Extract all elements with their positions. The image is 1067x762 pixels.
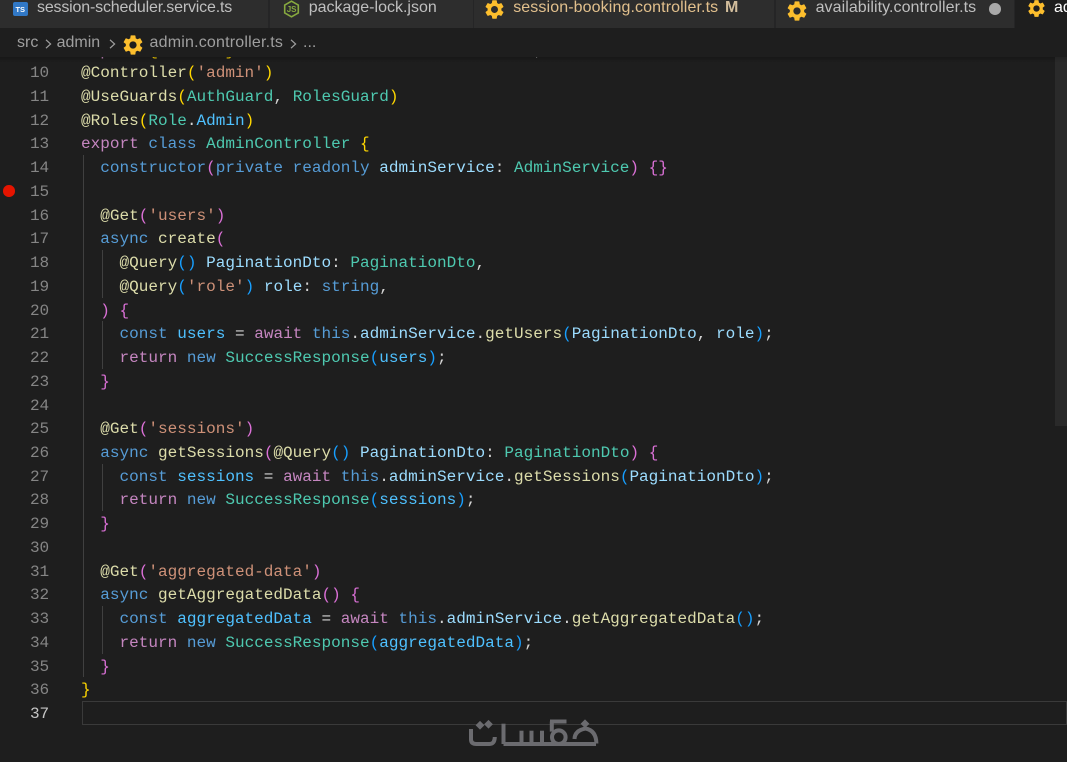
svg-text:JS: JS xyxy=(286,4,296,13)
